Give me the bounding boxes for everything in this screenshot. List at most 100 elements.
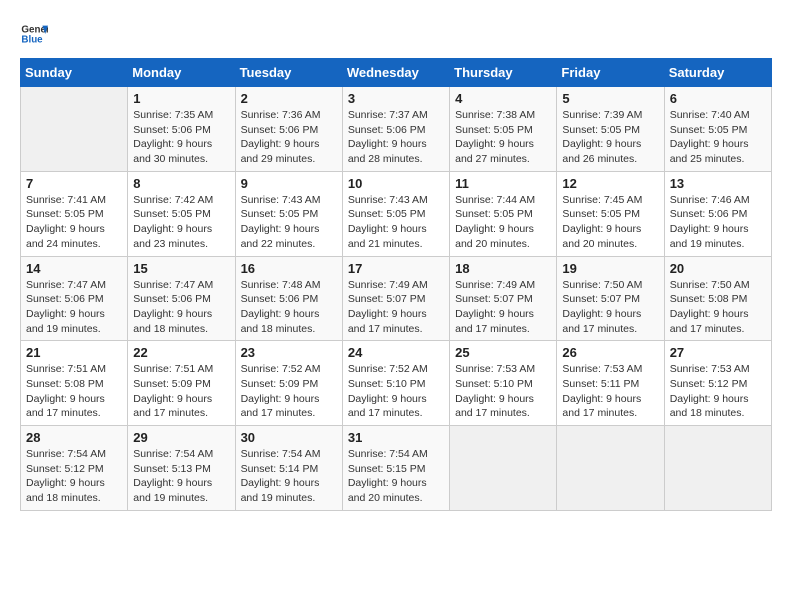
day-number: 30 [241, 430, 337, 445]
day-info: Sunrise: 7:54 AMSunset: 5:13 PMDaylight:… [133, 447, 229, 506]
day-info: Sunrise: 7:52 AMSunset: 5:09 PMDaylight:… [241, 362, 337, 421]
column-header-saturday: Saturday [664, 59, 771, 87]
calendar-cell: 14Sunrise: 7:47 AMSunset: 5:06 PMDayligh… [21, 256, 128, 341]
calendar-cell: 3 Sunrise: 7:37 AMSunset: 5:06 PMDaylight… [342, 87, 449, 172]
day-info: Sunrise: 7:43 AMSunset: 5:05 PMDaylight:… [241, 193, 337, 252]
calendar-cell [450, 426, 557, 511]
calendar-cell: 28 Sunrise: 7:54 AMSunset: 5:12 PMDayligh… [21, 426, 128, 511]
calendar-cell: 9 Sunrise: 7:43 AMSunset: 5:05 PMDaylight… [235, 171, 342, 256]
day-number: 22 [133, 345, 229, 360]
calendar-cell: 13 Sunrise: 7:46 AMSunset: 5:06 PMDayligh… [664, 171, 771, 256]
day-number: 1 [133, 91, 229, 106]
day-info: Sunrise: 7:53 AMSunset: 5:11 PMDaylight:… [562, 362, 658, 421]
calendar-cell: 22 Sunrise: 7:51 AMSunset: 5:09 PMDayligh… [128, 341, 235, 426]
day-number: 7 [26, 176, 122, 191]
calendar-cell: 7 Sunrise: 7:41 AMSunset: 5:05 PMDaylight… [21, 171, 128, 256]
day-info: Sunrise: 7:48 AMSunset: 5:06 PMDaylight:… [241, 278, 337, 337]
day-number: 10 [348, 176, 444, 191]
day-number: 13 [670, 176, 766, 191]
calendar-cell: 19Sunrise: 7:50 AMSunset: 5:07 PMDayligh… [557, 256, 664, 341]
day-number: 24 [348, 345, 444, 360]
day-number: 23 [241, 345, 337, 360]
day-number: 9 [241, 176, 337, 191]
day-info: Sunrise: 7:54 AMSunset: 5:12 PMDaylight:… [26, 447, 122, 506]
calendar-cell [557, 426, 664, 511]
calendar-cell [664, 426, 771, 511]
column-header-friday: Friday [557, 59, 664, 87]
column-header-thursday: Thursday [450, 59, 557, 87]
day-number: 18 [455, 261, 551, 276]
day-info: Sunrise: 7:53 AMSunset: 5:12 PMDaylight:… [670, 362, 766, 421]
calendar-cell: 20 Sunrise: 7:50 AMSunset: 5:08 PMDayligh… [664, 256, 771, 341]
logo: General Blue [20, 20, 48, 48]
calendar-cell: 5 Sunrise: 7:39 AMSunset: 5:05 PMDaylight… [557, 87, 664, 172]
calendar-week-row: 7 Sunrise: 7:41 AMSunset: 5:05 PMDaylight… [21, 171, 772, 256]
day-number: 2 [241, 91, 337, 106]
day-info: Sunrise: 7:39 AMSunset: 5:05 PMDaylight:… [562, 108, 658, 167]
day-info: Sunrise: 7:41 AMSunset: 5:05 PMDaylight:… [26, 193, 122, 252]
calendar-cell [21, 87, 128, 172]
day-info: Sunrise: 7:40 AMSunset: 5:05 PMDaylight:… [670, 108, 766, 167]
day-info: Sunrise: 7:51 AMSunset: 5:09 PMDaylight:… [133, 362, 229, 421]
day-number: 12 [562, 176, 658, 191]
day-info: Sunrise: 7:50 AMSunset: 5:07 PMDaylight:… [562, 278, 658, 337]
calendar-cell: 25 Sunrise: 7:53 AMSunset: 5:10 PMDayligh… [450, 341, 557, 426]
day-info: Sunrise: 7:52 AMSunset: 5:10 PMDaylight:… [348, 362, 444, 421]
calendar-cell: 23 Sunrise: 7:52 AMSunset: 5:09 PMDayligh… [235, 341, 342, 426]
svg-text:Blue: Blue [21, 34, 43, 45]
calendar-cell: 16Sunrise: 7:48 AMSunset: 5:06 PMDayligh… [235, 256, 342, 341]
calendar-week-row: 1Sunrise: 7:35 AMSunset: 5:06 PMDaylight… [21, 87, 772, 172]
day-number: 4 [455, 91, 551, 106]
day-info: Sunrise: 7:42 AMSunset: 5:05 PMDaylight:… [133, 193, 229, 252]
page-header: General Blue [20, 20, 772, 48]
calendar-cell: 4Sunrise: 7:38 AMSunset: 5:05 PMDaylight… [450, 87, 557, 172]
day-info: Sunrise: 7:47 AMSunset: 5:06 PMDaylight:… [133, 278, 229, 337]
day-info: Sunrise: 7:53 AMSunset: 5:10 PMDaylight:… [455, 362, 551, 421]
day-info: Sunrise: 7:36 AMSunset: 5:06 PMDaylight:… [241, 108, 337, 167]
calendar-cell: 6 Sunrise: 7:40 AMSunset: 5:05 PMDaylight… [664, 87, 771, 172]
calendar-cell: 24 Sunrise: 7:52 AMSunset: 5:10 PMDayligh… [342, 341, 449, 426]
day-number: 15 [133, 261, 229, 276]
calendar-cell: 10 Sunrise: 7:43 AMSunset: 5:05 PMDayligh… [342, 171, 449, 256]
day-info: Sunrise: 7:49 AMSunset: 5:07 PMDaylight:… [455, 278, 551, 337]
column-header-wednesday: Wednesday [342, 59, 449, 87]
calendar-cell: 17Sunrise: 7:49 AMSunset: 5:07 PMDayligh… [342, 256, 449, 341]
calendar-table: SundayMondayTuesdayWednesdayThursdayFrid… [20, 58, 772, 511]
day-number: 21 [26, 345, 122, 360]
calendar-cell: 1Sunrise: 7:35 AMSunset: 5:06 PMDaylight… [128, 87, 235, 172]
day-number: 28 [26, 430, 122, 445]
calendar-cell: 15 Sunrise: 7:47 AMSunset: 5:06 PMDayligh… [128, 256, 235, 341]
day-number: 20 [670, 261, 766, 276]
calendar-cell: 31 Sunrise: 7:54 AMSunset: 5:15 PMDayligh… [342, 426, 449, 511]
day-number: 6 [670, 91, 766, 106]
column-header-monday: Monday [128, 59, 235, 87]
calendar-week-row: 14 Sunrise: 7:47 AMSunset: 5:06 PMDayligh… [21, 256, 772, 341]
calendar-header-row: SundayMondayTuesdayWednesdayThursdayFrid… [21, 59, 772, 87]
day-number: 25 [455, 345, 551, 360]
column-header-sunday: Sunday [21, 59, 128, 87]
day-number: 3 [348, 91, 444, 106]
day-info: Sunrise: 7:43 AMSunset: 5:05 PMDaylight:… [348, 193, 444, 252]
calendar-cell: 12 Sunrise: 7:45 AMSunset: 5:05 PMDayligh… [557, 171, 664, 256]
day-info: Sunrise: 7:50 AMSunset: 5:08 PMDaylight:… [670, 278, 766, 337]
day-info: Sunrise: 7:51 AMSunset: 5:08 PMDaylight:… [26, 362, 122, 421]
calendar-week-row: 21 Sunrise: 7:51 AMSunset: 5:08 PMDayligh… [21, 341, 772, 426]
calendar-cell: 30Sunrise: 7:54 AMSunset: 5:14 PMDayligh… [235, 426, 342, 511]
day-info: Sunrise: 7:45 AMSunset: 5:05 PMDaylight:… [562, 193, 658, 252]
calendar-cell: 21 Sunrise: 7:51 AMSunset: 5:08 PMDayligh… [21, 341, 128, 426]
day-number: 26 [562, 345, 658, 360]
day-number: 29 [133, 430, 229, 445]
day-number: 14 [26, 261, 122, 276]
day-info: Sunrise: 7:49 AMSunset: 5:07 PMDaylight:… [348, 278, 444, 337]
day-number: 5 [562, 91, 658, 106]
day-info: Sunrise: 7:54 AMSunset: 5:15 PMDaylight:… [348, 447, 444, 506]
day-info: Sunrise: 7:44 AMSunset: 5:05 PMDaylight:… [455, 193, 551, 252]
calendar-cell: 8Sunrise: 7:42 AMSunset: 5:05 PMDaylight… [128, 171, 235, 256]
day-number: 31 [348, 430, 444, 445]
logo-icon: General Blue [20, 20, 48, 48]
day-info: Sunrise: 7:37 AMSunset: 5:06 PMDaylight:… [348, 108, 444, 167]
calendar-cell: 18 Sunrise: 7:49 AMSunset: 5:07 PMDayligh… [450, 256, 557, 341]
day-number: 27 [670, 345, 766, 360]
calendar-cell: 2 Sunrise: 7:36 AMSunset: 5:06 PMDaylight… [235, 87, 342, 172]
day-info: Sunrise: 7:46 AMSunset: 5:06 PMDaylight:… [670, 193, 766, 252]
